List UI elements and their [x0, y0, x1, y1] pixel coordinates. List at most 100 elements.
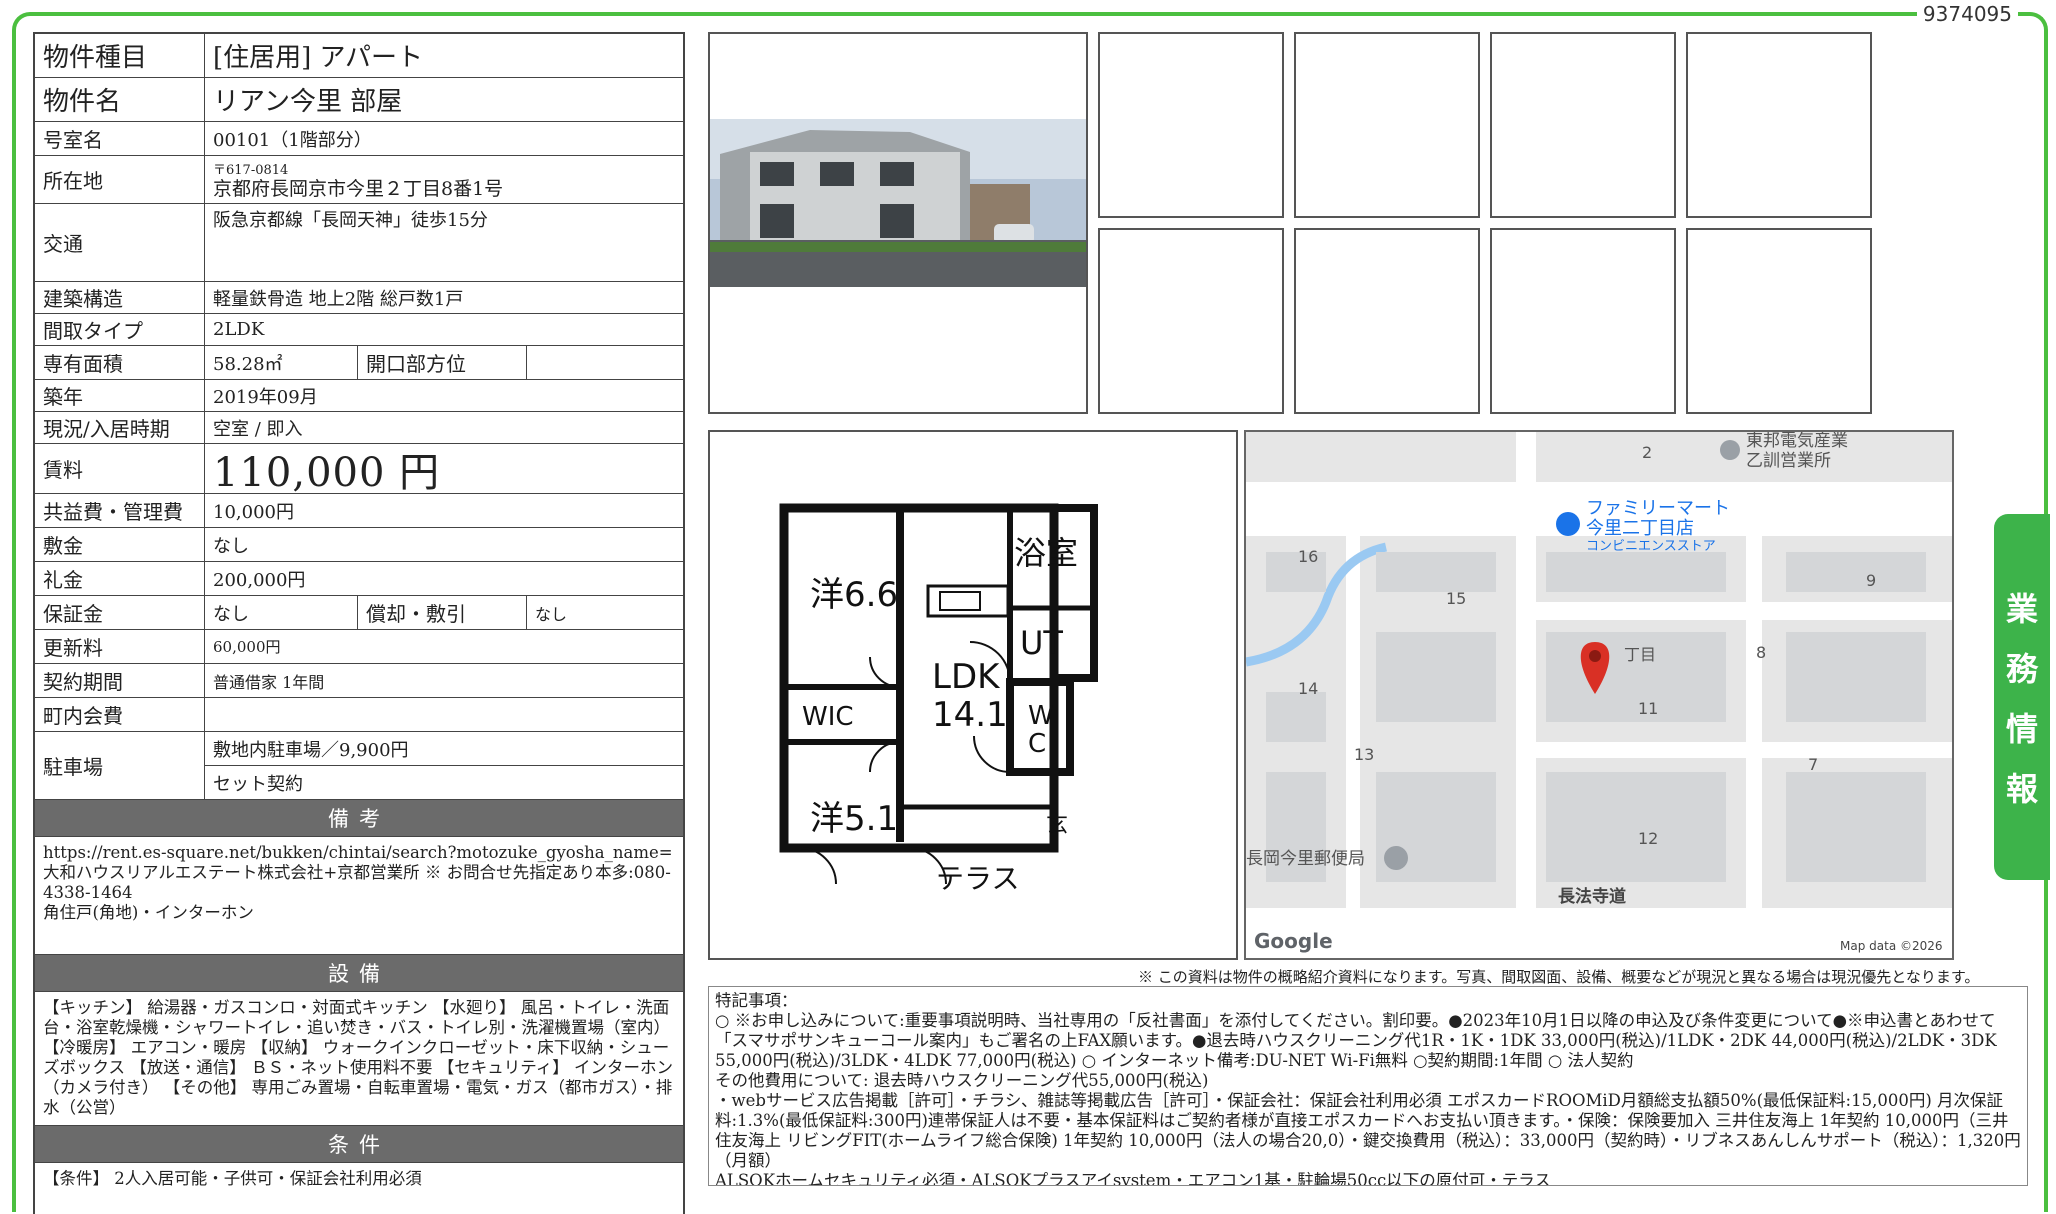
guarantee-value: なし — [213, 603, 249, 625]
map-label: 11 — [1638, 699, 1658, 718]
map-label: 15 — [1446, 589, 1466, 608]
deposit-label: 敷金 — [35, 528, 205, 561]
rent-value: 110,000 円 — [213, 449, 441, 496]
row-type: 物件種目 [住居用] アパート — [35, 34, 683, 78]
layout-label: 間取タイプ — [35, 314, 205, 345]
room-label: 号室名 — [35, 122, 205, 155]
parking-label: 駐車場 — [35, 732, 205, 799]
type-value: [住居用] アパート — [213, 43, 424, 73]
location-map[interactable]: 東邦電気産業 乙訓営業所 ファミリーマート 今里二丁目店 コンビニエンスストア … — [1244, 430, 1954, 960]
access-label: 交通 — [35, 204, 205, 281]
fee-value: 10,000円 — [213, 501, 294, 523]
exterior-photo[interactable] — [708, 32, 1088, 414]
photo-slot[interactable] — [1686, 32, 1872, 218]
access-value: 阪急京都線「長岡天神」徒歩15分 — [213, 210, 488, 231]
row-town: 町内会費 — [35, 698, 683, 732]
room-label: 洋5.1 — [810, 799, 898, 839]
special-note-line: ALSOKホームセキュリティ必須・ALSOKプラスアイsystem・エアコン1基… — [715, 1171, 1551, 1186]
floor-plan-drawing: 洋6.6 LDK 14.1 浴室 UT WIC W C 洋5.1 玄 テラス — [779, 503, 1098, 895]
contract-value: 普通借家 1年間 — [213, 672, 325, 692]
photo-slot[interactable] — [1490, 228, 1676, 414]
room-label: UT — [1020, 624, 1063, 662]
built-value: 2019年09月 — [213, 386, 318, 408]
built-label: 築年 — [35, 380, 205, 411]
key-money-label: 礼金 — [35, 562, 205, 595]
room-label: WIC — [802, 702, 854, 732]
room-value: 00101（1階部分） — [213, 129, 372, 151]
row-guarantee: 保証金 なし 償却・敷引 なし — [35, 596, 683, 630]
map-label: 長岡今里郵便局 — [1246, 849, 1365, 869]
google-logo: Google — [1254, 929, 1333, 953]
town-fee-value — [205, 698, 683, 731]
postal-code: 〒617-0814 — [213, 162, 289, 178]
photo-slot[interactable] — [1490, 32, 1676, 218]
floor-plan[interactable]: 洋6.6 LDK 14.1 浴室 UT WIC W C 洋5.1 玄 テラス — [708, 430, 1238, 960]
row-parking: 駐車場 敷地内駐車場／9,900円 セット契約 — [35, 732, 683, 800]
row-fee: 共益費・管理費 10,000円 — [35, 494, 683, 528]
photo-slot[interactable] — [1686, 228, 1872, 414]
equipment-text: 【キッチン】 給湯器・ガスコンロ・対面式キッチン 【水廻り】 風呂・トイレ・洗面… — [35, 992, 683, 1126]
fee-label: 共益費・管理費 — [35, 494, 205, 527]
amortization-value: なし — [535, 604, 568, 624]
name-label: 物件名 — [35, 78, 205, 121]
row-renewal: 更新料 60,000円 — [35, 630, 683, 664]
room-label: 14.1 — [932, 695, 1008, 735]
photo-slot[interactable] — [1098, 32, 1284, 218]
special-note-line: その他費用について: 退去時ハウスクリーニング代55,000円(税込) — [715, 1071, 1209, 1090]
address-label: 所在地 — [35, 156, 205, 203]
document-id: 9374095 — [1916, 2, 2018, 26]
amortization-label: 償却・敷引 — [357, 596, 527, 629]
map-label: 12 — [1638, 829, 1658, 848]
row-area: 専有面積 58.28㎡ 開口部方位 — [35, 346, 683, 380]
address-text: 京都府長岡京市今里２丁目8番1号 — [213, 177, 504, 200]
photo-slot[interactable] — [1294, 32, 1480, 218]
map-label: 今里二丁目店 — [1586, 518, 1694, 539]
map-label: 16 — [1298, 547, 1318, 566]
renewal-label: 更新料 — [35, 630, 205, 663]
photo-slot[interactable] — [1294, 228, 1480, 414]
town-fee-label: 町内会費 — [35, 698, 205, 731]
row-built: 築年 2019年09月 — [35, 380, 683, 412]
row-address: 所在地 〒617-0814 京都府長岡京市今里２丁目8番1号 — [35, 156, 683, 204]
special-notes-heading: 特記事項： — [715, 991, 798, 1010]
map-label: 2 — [1642, 443, 1652, 462]
tab-char: 情 — [2005, 710, 2038, 748]
deposit-value: なし — [213, 535, 249, 557]
row-room: 号室名 00101（1階部分） — [35, 122, 683, 156]
map-label: 東邦電気産業 — [1746, 432, 1848, 451]
business-info-tab[interactable]: 業 務 情 報 — [1994, 514, 2050, 880]
rent-label: 賃料 — [35, 444, 205, 493]
remarks-heading: 備考 — [35, 800, 683, 837]
map-label: 丁目 — [1624, 645, 1656, 664]
map-label: ファミリーマート — [1586, 498, 1730, 519]
layout-value: 2LDK — [213, 319, 265, 340]
map-label: 8 — [1756, 643, 1766, 662]
photo-slot[interactable] — [1098, 228, 1284, 414]
row-rent: 賃料 110,000 円 — [35, 444, 683, 496]
room-label: C — [1028, 729, 1046, 759]
room-label: 浴室 — [1014, 534, 1078, 572]
conditions-text: 【条件】 2人入居可能・子供可・保証会社利用必須 — [43, 1169, 422, 1188]
room-label: 玄 — [1046, 813, 1068, 838]
parking-contract: セット契約 — [213, 773, 303, 795]
row-layout: 間取タイプ 2LDK — [35, 314, 683, 346]
room-label: W — [1028, 701, 1054, 731]
renewal-value: 60,000円 — [213, 638, 281, 656]
tab-char: 務 — [2005, 650, 2038, 688]
special-notes: 特記事項： ○ ※お申し込みについて:重要事項説明時、当社専用の「反社書面」を添… — [708, 986, 2028, 1186]
status-label: 現況/入居時期 — [35, 412, 205, 443]
type-label: 物件種目 — [35, 34, 205, 77]
tab-char: 業 — [2005, 590, 2038, 628]
map-label: 乙訓営業所 — [1746, 451, 1831, 471]
property-info-table: 物件種目 [住居用] アパート 物件名 リアン今里 部屋 号室名 00101（1… — [33, 32, 685, 1214]
parking-value: 敷地内駐車場／9,900円 — [205, 732, 683, 766]
name-value: リアン今里 部屋 — [213, 87, 403, 117]
row-contract: 契約期間 普通借家 1年間 — [35, 664, 683, 698]
status-value: 空室 / 即入 — [213, 418, 303, 440]
key-money-value: 200,000円 — [213, 569, 306, 591]
remarks-text: https://rent.es-square.net/bukken/chinta… — [35, 837, 683, 955]
equipment-heading: 設備 — [35, 955, 683, 992]
conditions-heading: 条件 — [35, 1126, 683, 1163]
opening-label: 開口部方位 — [357, 346, 527, 379]
map-label: 14 — [1298, 679, 1318, 698]
